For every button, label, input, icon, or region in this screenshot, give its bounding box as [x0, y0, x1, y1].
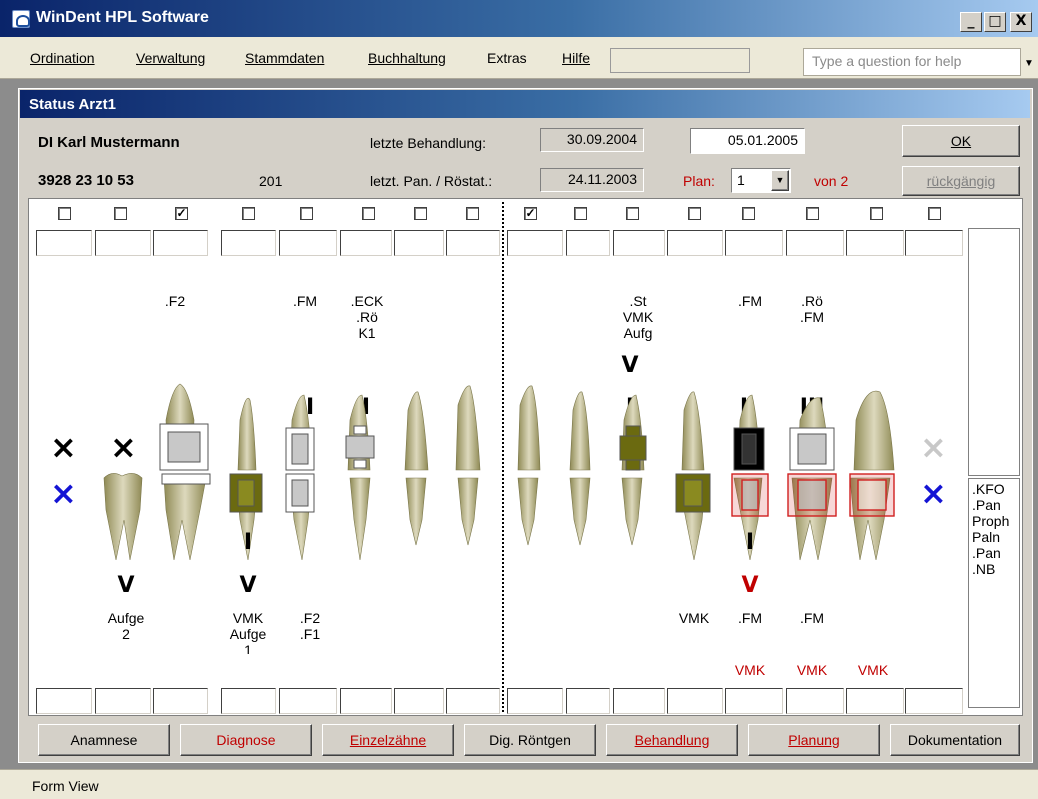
side-list-item[interactable]: .Pan — [972, 497, 1016, 513]
side-list[interactable]: .KFO .Pan Proph Paln .Pan .NB — [968, 478, 1020, 708]
teeth-graphic — [103, 383, 895, 561]
status-text: Form View — [32, 778, 99, 794]
status-bar — [0, 769, 1038, 799]
tooth-note: VMK — [678, 610, 710, 626]
tooth-marker: V — [239, 573, 257, 598]
tooth-marker: V — [117, 573, 135, 598]
tooth-note: Aufge 2 — [107, 610, 145, 642]
tooth-marker: I — [745, 530, 755, 555]
side-list-item[interactable]: Proph — [972, 513, 1016, 529]
tab-einzelzaehne[interactable]: Einzelzähne — [322, 724, 454, 756]
tab-diagnose[interactable]: Diagnose — [180, 724, 312, 756]
tab-behandlung[interactable]: Behandlung — [606, 724, 738, 756]
plan-note: VMK — [734, 662, 766, 678]
tooth-marker: I — [243, 530, 253, 555]
tab-dig-roentgen[interactable]: Dig. Röntgen — [464, 724, 596, 756]
tooth-note: .F2 .F1 — [299, 610, 321, 642]
tooth-note: .FM — [799, 610, 825, 626]
tooth-marker: V — [741, 573, 759, 598]
tab-planung[interactable]: Planung — [748, 724, 880, 756]
tooth-note: VMK Aufge 1 — [229, 610, 267, 654]
tab-anamnese[interactable]: Anamnese — [38, 724, 170, 756]
plan-note: VMK — [796, 662, 828, 678]
side-list-item[interactable]: Paln — [972, 529, 1016, 545]
side-list-item[interactable]: .Pan — [972, 545, 1016, 561]
tooth-note: .FM — [737, 610, 763, 626]
side-list-item[interactable]: .KFO — [972, 481, 1016, 497]
side-list-item[interactable]: .NB — [972, 561, 1016, 577]
tab-dokumentation[interactable]: Dokumentation — [890, 724, 1020, 756]
plan-note: VMK — [857, 662, 889, 678]
